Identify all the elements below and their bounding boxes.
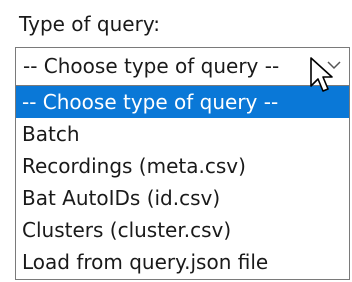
option-batch[interactable]: Batch	[16, 118, 349, 150]
option-clusters[interactable]: Clusters (cluster.csv)	[16, 214, 349, 246]
option-bat-autoids[interactable]: Bat AutoIDs (id.csv)	[16, 182, 349, 214]
query-type-select[interactable]: -- Choose type of query --	[15, 47, 350, 85]
option-choose-type[interactable]: -- Choose type of query --	[16, 86, 349, 118]
option-recordings[interactable]: Recordings (meta.csv)	[16, 150, 349, 182]
option-load-query-json[interactable]: Load from query.json file	[16, 246, 349, 278]
query-type-label: Type of query:	[19, 12, 160, 36]
arrow-pointer-icon	[310, 57, 333, 92]
select-current-value: -- Choose type of query --	[23, 54, 280, 78]
query-type-options-list: -- Choose type of query -- Batch Recordi…	[15, 85, 350, 280]
